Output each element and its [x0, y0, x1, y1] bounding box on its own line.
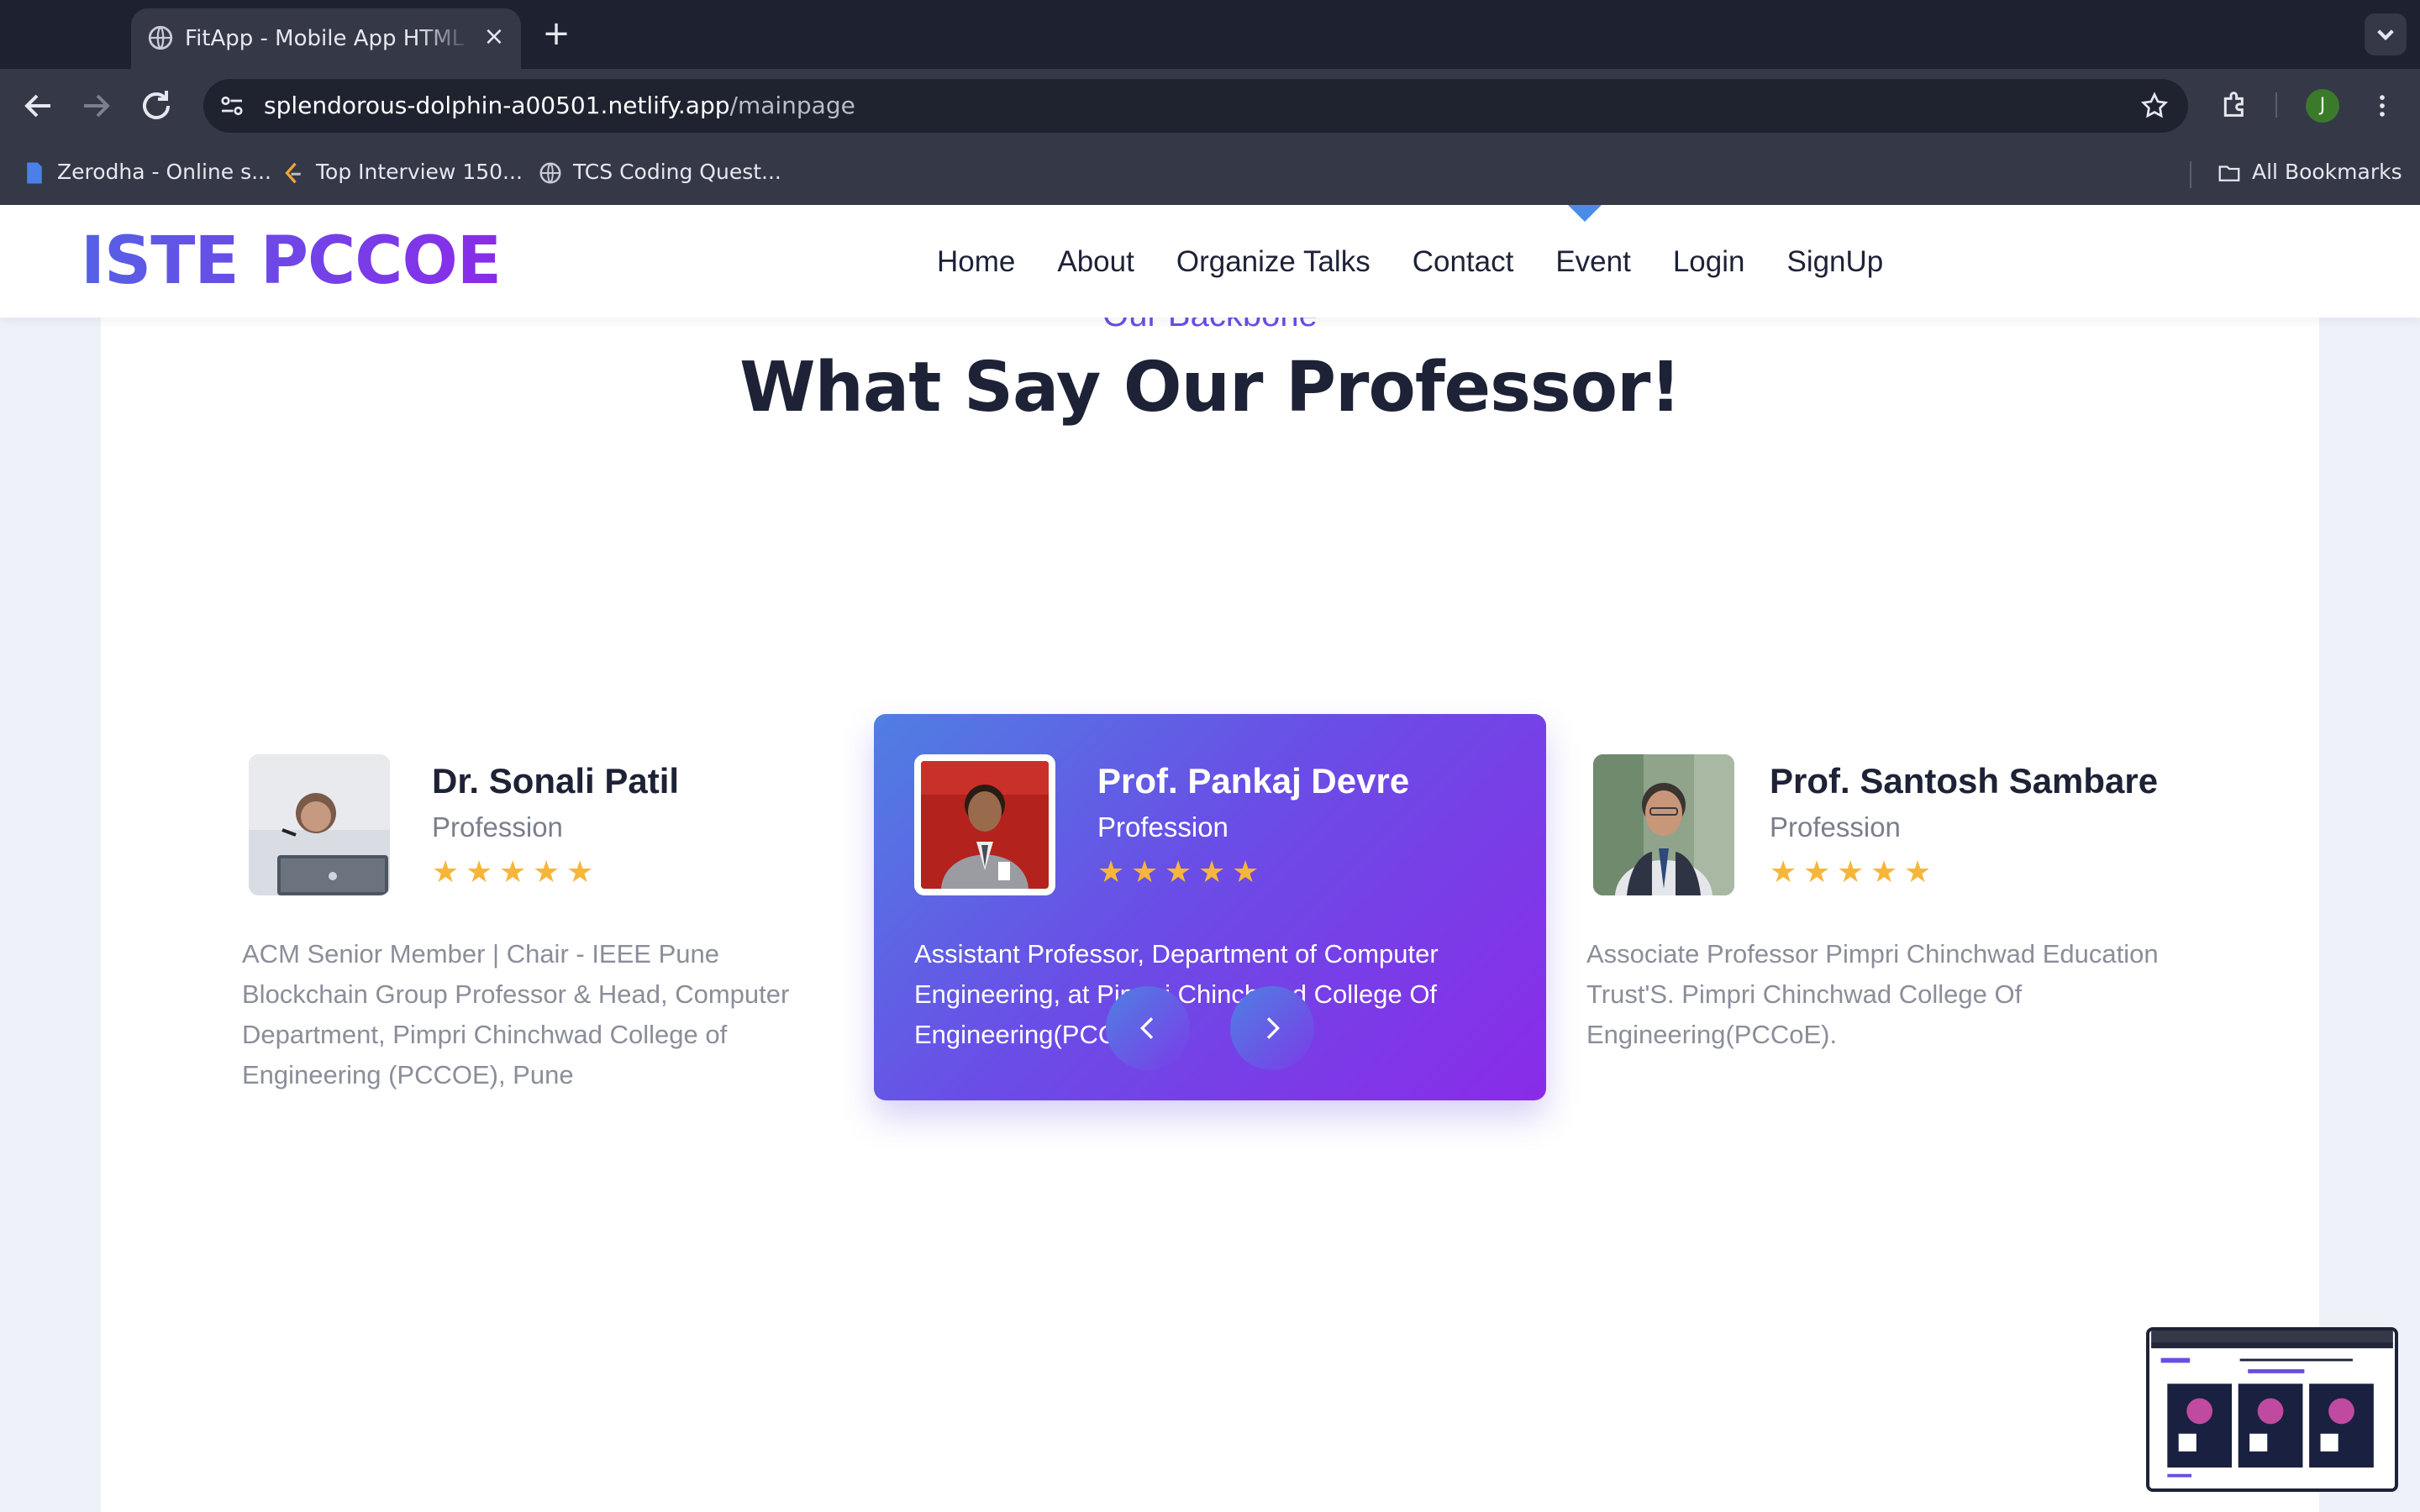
nav-active-caret [1568, 205, 1602, 222]
star-icon: ★ [1770, 855, 1797, 890]
nav-event[interactable]: Event [1534, 239, 1652, 286]
carousel-next-button[interactable] [1230, 986, 1314, 1070]
bookmark-label: TCS Coding Quest... [573, 160, 781, 184]
new-tab-button[interactable]: + [539, 15, 573, 52]
bookmark-label: Zerodha - Online s... [57, 160, 271, 184]
rating-stars: ★ ★ ★ ★ ★ [1770, 858, 1933, 889]
tab-search-button[interactable] [2365, 13, 2407, 55]
testimonial-card[interactable]: Prof. Santosh Sambare Profession ★ ★ ★ ★… [1546, 714, 2218, 1100]
star-icon: ★ [1232, 855, 1260, 890]
more-menu-icon[interactable] [2368, 89, 2396, 123]
address-bar[interactable]: splendorous-dolphin-a00501.netlify.app/m… [203, 79, 2188, 133]
extensions-icon[interactable] [2218, 87, 2252, 121]
testimonial-quote: Assistant Professor, Department of Compu… [914, 939, 1439, 1049]
star-icon: ★ [1870, 855, 1898, 890]
tab-title: FitApp - Mobile App HTML Template [185, 26, 471, 51]
star-icon: ★ [1097, 855, 1125, 890]
star-icon: ★ [499, 855, 527, 890]
reload-icon[interactable] [136, 86, 176, 126]
bookmark-star-icon[interactable] [2139, 91, 2170, 121]
testimonial-quote: Associate Professor Pimpri Chinchwad Edu… [1586, 939, 2159, 1049]
profile-avatar[interactable]: J [2306, 89, 2339, 123]
star-icon: ★ [1803, 855, 1831, 890]
bookmark-item[interactable]: Top Interview 150... [281, 156, 523, 188]
back-arrow-icon[interactable] [18, 86, 59, 126]
bookmarks-bar: Zerodha - Online s... Top Interview 150.… [0, 139, 2420, 205]
bookmark-label: Top Interview 150... [316, 160, 523, 184]
professor-portrait-image [921, 761, 1049, 889]
star-icon: ★ [533, 855, 560, 890]
star-icon: ★ [1198, 855, 1226, 890]
nav-home[interactable]: Home [916, 239, 1036, 286]
chevron-down-icon [2377, 29, 2394, 41]
nav-about[interactable]: About [1036, 239, 1155, 286]
leetcode-icon [285, 162, 301, 184]
star-icon: ★ [466, 855, 493, 890]
professor-portrait-image [1593, 754, 1734, 895]
star-icon: ★ [566, 855, 594, 890]
all-bookmarks-button[interactable]: All Bookmarks [2217, 156, 2402, 188]
rating-stars: ★ ★ ★ ★ ★ [432, 858, 595, 889]
globe-icon [148, 25, 173, 50]
nav-signup[interactable]: SignUp [1765, 239, 1904, 286]
nav-login[interactable]: Login [1652, 239, 1766, 286]
professor-role: Profession [432, 811, 563, 843]
star-icon: ★ [1837, 855, 1865, 890]
professor-portrait-image [249, 754, 390, 895]
testimonial-card[interactable]: Dr. Sonali Patil Profession ★ ★ ★ ★ ★ AC… [208, 714, 881, 1100]
url-host: splendorous-dolphin-a00501.netlify.app [264, 92, 730, 119]
bookmarks-divider [2190, 161, 2191, 188]
url-path: /mainpage [729, 92, 855, 119]
site-header: ISTE PCCOE Home About Organize Talks Con… [0, 205, 2420, 318]
all-bookmarks-label: All Bookmarks [2252, 160, 2402, 184]
section-heading: What Say Our Professor! [739, 348, 1681, 428]
close-tab-icon[interactable]: × [481, 24, 508, 50]
thumbnail-preview-image [2151, 1331, 2393, 1488]
professor-photo [249, 754, 390, 895]
folder-icon [2218, 165, 2240, 181]
testimonial-quote: ACM Senior Member | Chair - IEEE Pune Bl… [242, 939, 790, 1089]
forward-arrow-icon[interactable] [76, 86, 116, 126]
chevron-left-icon [1139, 1017, 1154, 1039]
carousel-prev-button[interactable] [1106, 986, 1190, 1070]
professor-role: Profession [1770, 811, 1901, 843]
testimonial-card-active[interactable]: Prof. Pankaj Devre Profession ★ ★ ★ ★ ★ … [874, 714, 1546, 1100]
star-icon: ★ [432, 855, 460, 890]
screenshot-thumbnail[interactable] [2146, 1327, 2398, 1492]
browser-tab[interactable]: FitApp - Mobile App HTML Template × [131, 8, 521, 69]
doc-icon [27, 162, 42, 184]
professor-photo [914, 754, 1055, 895]
url-text: splendorous-dolphin-a00501.netlify.app/m… [264, 91, 855, 121]
professor-name: Dr. Sonali Patil [432, 761, 680, 801]
professor-name: Prof. Pankaj Devre [1097, 761, 1410, 801]
professor-photo [1593, 754, 1734, 895]
star-icon: ★ [1131, 855, 1159, 890]
star-icon: ★ [1165, 855, 1192, 890]
toolbar-divider [2275, 92, 2277, 118]
site-settings-icon[interactable] [215, 91, 249, 121]
rating-stars: ★ ★ ★ ★ ★ [1097, 858, 1260, 889]
browser-tab-strip: FitApp - Mobile App HTML Template × + [0, 0, 2420, 69]
professor-role: Profession [1097, 811, 1228, 843]
nav-contact[interactable]: Contact [1392, 239, 1535, 286]
nav-organize-talks[interactable]: Organize Talks [1155, 239, 1392, 286]
professor-name: Prof. Santosh Sambare [1770, 761, 2159, 801]
bookmark-item[interactable]: Zerodha - Online s... [22, 156, 271, 188]
site-logo[interactable]: ISTE PCCOE [81, 223, 502, 299]
globe-icon [539, 162, 561, 184]
main-nav: Home About Organize Talks Contact Event … [916, 239, 1904, 286]
bookmark-item[interactable]: TCS Coding Quest... [538, 156, 781, 188]
star-icon: ★ [1904, 855, 1932, 890]
browser-toolbar: splendorous-dolphin-a00501.netlify.app/m… [0, 69, 2420, 139]
chevron-right-icon [1266, 1017, 1281, 1039]
